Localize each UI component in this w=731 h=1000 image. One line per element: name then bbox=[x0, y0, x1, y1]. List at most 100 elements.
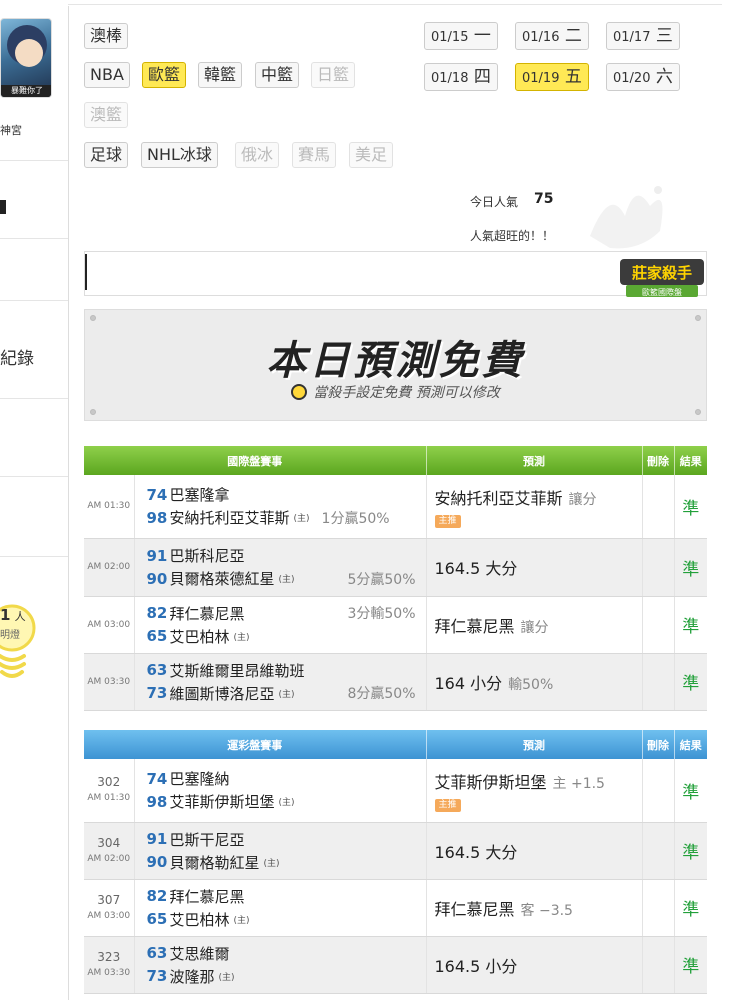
home-mark: (主) bbox=[278, 575, 295, 585]
teams-cell: 63 艾斯維爾里昂維勒班 73 維圖斯博洛尼亞 (主) 8分贏50% bbox=[134, 653, 427, 711]
team-name[interactable]: 艾菲斯伊斯坦堡 bbox=[170, 791, 275, 812]
team-score: 82 bbox=[146, 887, 168, 905]
date-button[interactable]: 01/18 四 bbox=[424, 63, 498, 91]
prediction-cell: 安納托利亞艾菲斯 讓分 主推 bbox=[426, 475, 643, 539]
team-score: 90 bbox=[146, 853, 168, 871]
away-team: 91 巴斯科尼亞 bbox=[147, 544, 426, 567]
delete-cell[interactable] bbox=[642, 596, 675, 654]
bulb-small-icon bbox=[291, 384, 308, 400]
home-team: 65 艾巴柏林 (主) bbox=[147, 625, 426, 648]
teams-cell: 63 艾思維爾 73 波隆那 (主) bbox=[134, 936, 427, 994]
team-score: 65 bbox=[146, 910, 168, 928]
home-team: 98 艾菲斯伊斯坦堡 (主) bbox=[147, 790, 426, 813]
delete-cell[interactable] bbox=[642, 538, 675, 597]
prediction-pick: 164.5 大分 bbox=[434, 559, 518, 578]
date-button[interactable]: 01/17 三 bbox=[606, 22, 680, 50]
date-md: 01/17 bbox=[613, 30, 651, 45]
table-row: 304 AM 02:00 91 巴斯干尼亞 90 貝爾格勒紅星 (主) 164.5 大分… bbox=[84, 822, 707, 880]
delete-cell[interactable] bbox=[642, 759, 675, 823]
prediction-type: 讓分 bbox=[568, 491, 597, 508]
date-button[interactable]: 01/15 一 bbox=[424, 22, 498, 50]
home-team: 73 波隆那 (主) bbox=[147, 965, 426, 988]
sport-tag[interactable]: 中籃 bbox=[255, 62, 300, 88]
team-name[interactable]: 巴塞隆納 bbox=[170, 768, 230, 789]
table-row: AM 02:00 91 巴斯科尼亞 90 貝爾格萊德紅星 (主) 5分贏50% 164.… bbox=[84, 538, 707, 597]
game-time: AM 03:30 bbox=[87, 967, 131, 978]
team-name[interactable]: 安納托利亞艾菲斯 bbox=[170, 507, 290, 528]
game-time: AM 03:00 bbox=[87, 910, 131, 921]
user-avatar[interactable]: 暴難你了 bbox=[0, 18, 52, 98]
team-name[interactable]: 巴塞隆拿 bbox=[170, 484, 230, 505]
prediction-pick: 164.5 大分 bbox=[434, 842, 518, 862]
sport-tag-active[interactable]: 歐籃 bbox=[142, 62, 187, 88]
sidebar-divider bbox=[0, 476, 68, 477]
date-dow: 二 bbox=[564, 26, 582, 46]
top-border bbox=[68, 4, 722, 5]
delete-cell[interactable] bbox=[642, 879, 675, 937]
left-border bbox=[68, 6, 69, 1000]
home-mark: (主) bbox=[233, 915, 250, 926]
popularity-value: 75 bbox=[534, 191, 554, 207]
sidebar-record-link[interactable]: 紀錄 bbox=[0, 344, 34, 369]
sport-tag-disabled: 俄冰 bbox=[235, 142, 280, 168]
avatar-face bbox=[15, 39, 43, 67]
prediction-cell: 164.5 小分 bbox=[426, 936, 643, 994]
prediction-note-input[interactable] bbox=[84, 251, 707, 296]
sport-tag[interactable]: NBA bbox=[84, 62, 130, 88]
game-number: 323 bbox=[97, 949, 121, 964]
date-button[interactable]: 01/16 二 bbox=[515, 22, 589, 50]
team-name[interactable]: 貝爾格萊德紅星 bbox=[170, 568, 275, 589]
sport-tag[interactable]: 足球 bbox=[84, 142, 129, 168]
rivet-dot bbox=[90, 315, 96, 321]
prediction-cell: 拜仁慕尼黑 讓分 bbox=[426, 596, 643, 654]
prediction-type: 輸50% bbox=[508, 676, 554, 693]
delete-cell[interactable] bbox=[642, 653, 675, 711]
team-name[interactable]: 艾思維爾 bbox=[170, 943, 230, 964]
odds-text: 1分贏50% bbox=[321, 510, 390, 527]
result-badge: 準 bbox=[674, 653, 707, 711]
home-mark: (主) bbox=[278, 689, 295, 700]
date-button-active[interactable]: 01/19 五 bbox=[515, 63, 589, 91]
game-time-cell: 307 AM 03:00 bbox=[84, 879, 135, 937]
delete-cell[interactable] bbox=[642, 475, 675, 539]
result-badge: 準 bbox=[674, 596, 707, 654]
team-name[interactable]: 艾巴柏林 bbox=[170, 909, 230, 930]
prediction-cell: 164.5 大分 bbox=[426, 822, 643, 880]
game-time: AM 03:00 bbox=[84, 596, 135, 654]
home-mark: (主) bbox=[233, 632, 250, 643]
teams-cell: 91 巴斯科尼亞 90 貝爾格萊德紅星 (主) 5分贏50% bbox=[134, 538, 427, 597]
sport-tag[interactable]: 澳棒 bbox=[84, 23, 129, 49]
home-team: 98 安納托利亞艾菲斯 (主) 1分贏50% bbox=[147, 506, 426, 529]
prediction-cell: 164 小分 輸50% bbox=[426, 653, 643, 711]
sport-tag[interactable]: 韓籃 bbox=[198, 62, 243, 88]
sport-tag[interactable]: NHL冰球 bbox=[141, 142, 218, 168]
team-name[interactable]: 拜仁慕尼黑 bbox=[170, 886, 245, 907]
team-name[interactable]: 拜仁慕尼黑 bbox=[170, 603, 245, 624]
game-time: AM 03:30 bbox=[84, 653, 135, 711]
date-button[interactable]: 01/20 六 bbox=[606, 63, 680, 91]
game-time-cell: 304 AM 02:00 bbox=[84, 822, 135, 880]
result-badge: 準 bbox=[674, 936, 707, 994]
prediction-type: 讓分 bbox=[520, 619, 549, 636]
teams-cell: 82 拜仁慕尼黑 65 艾巴柏林 (主) bbox=[134, 879, 427, 937]
home-mark: (主) bbox=[293, 514, 310, 525]
team-name[interactable]: 波隆那 bbox=[170, 966, 215, 987]
badge-title: 莊家殺手 bbox=[632, 264, 692, 282]
decorative-splash-icon bbox=[590, 186, 663, 249]
delete-cell[interactable] bbox=[642, 936, 675, 994]
international-odds-table: 國際盤賽事 預測 刪除 結果 AM 01:30 74 巴塞隆拿 98 安納托利亞艾菲… bbox=[84, 446, 707, 711]
col-header-prediction: 預測 bbox=[426, 446, 643, 475]
team-name[interactable]: 維圖斯博洛尼亞 bbox=[170, 683, 275, 704]
delete-cell[interactable] bbox=[642, 822, 675, 880]
odds-text: 3分輸50% bbox=[347, 606, 416, 622]
dealer-killer-badge: 莊家殺手 歐籃國際盤 bbox=[620, 259, 704, 297]
main-panel: 澳棒 NBA 歐籃 韓籃 中籃 日籃 澳籃 足球 NHL冰球 俄冰 賽馬 美足 … bbox=[68, 0, 731, 1000]
team-name[interactable]: 巴斯干尼亞 bbox=[170, 829, 245, 850]
team-name[interactable]: 巴斯科尼亞 bbox=[170, 545, 245, 566]
team-name[interactable]: 貝爾格勒紅星 bbox=[170, 852, 260, 873]
team-name[interactable]: 艾巴柏林 bbox=[170, 626, 230, 647]
table-row: AM 03:00 82 拜仁慕尼黑 3分輸50% 65 艾巴柏林 (主) 拜仁慕尼黑 讓分… bbox=[84, 596, 707, 654]
team-name[interactable]: 艾斯維爾里昂維勒班 bbox=[170, 660, 305, 681]
user-name[interactable]: 神宮 bbox=[0, 122, 22, 138]
date-dow: 五 bbox=[564, 67, 582, 87]
